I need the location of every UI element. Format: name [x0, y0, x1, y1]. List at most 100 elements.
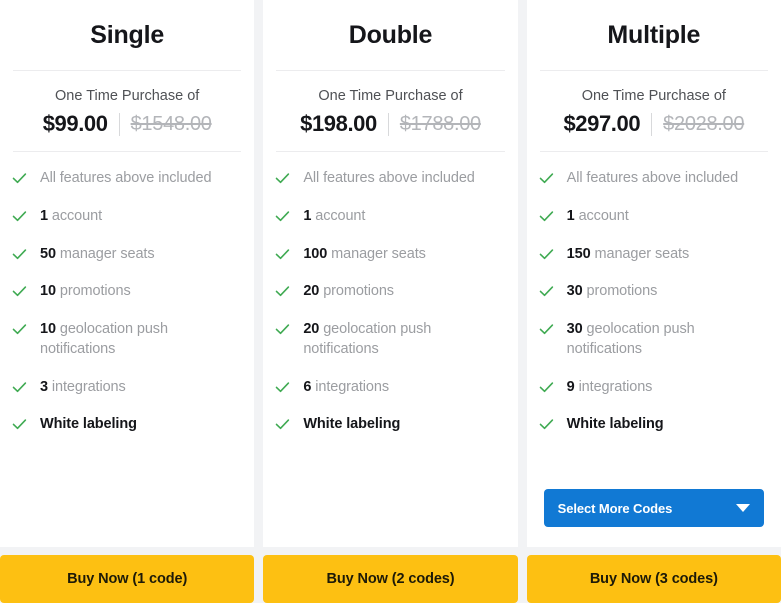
current-price: $198.00 — [300, 111, 377, 137]
feature-item: All features above included — [539, 168, 769, 189]
check-icon — [12, 209, 27, 224]
feature-item: 30 promotions — [539, 281, 769, 302]
plan-header: Double — [276, 0, 505, 71]
check-icon — [12, 380, 27, 395]
feature-label: manager seats — [331, 245, 426, 262]
buy-now-button[interactable]: Buy Now (3 codes) — [526, 555, 781, 603]
feature-text: 30 promotions — [567, 281, 658, 302]
check-icon — [539, 209, 554, 224]
feature-value: 50 — [40, 245, 56, 262]
feature-value: 9 — [566, 378, 575, 395]
price-caption: One Time Purchase of — [55, 88, 200, 104]
plan-title: Multiple — [607, 20, 701, 49]
plan-price-block: One Time Purchase of $99.00 $1548.00 — [13, 71, 242, 153]
feature-label: geolocation push notifications — [303, 320, 432, 358]
feature-label: account — [578, 207, 629, 224]
check-icon — [275, 322, 290, 337]
check-icon — [275, 209, 290, 224]
check-icon — [275, 417, 290, 432]
feature-text: White labeling — [566, 416, 664, 433]
price-separator — [118, 112, 120, 136]
feature-item: All features above included — [12, 168, 242, 189]
feature-item: 10 promotions — [12, 281, 242, 302]
feature-label: promotions — [586, 283, 658, 300]
feature-text: 50 manager seats — [40, 244, 155, 265]
plan-card: Double One Time Purchase of $198.00 $1788.0… — [263, 0, 518, 547]
feature-label: integrations — [578, 378, 653, 395]
feature-value: 10 — [40, 320, 56, 337]
check-icon — [12, 284, 27, 299]
current-price: $99.00 — [42, 111, 108, 137]
feature-label: manager seats — [594, 245, 690, 262]
feature-item: All features above included — [275, 168, 505, 189]
buy-now-button[interactable]: Buy Now (2 codes) — [263, 555, 518, 603]
feature-text: 20 geolocation push notifications — [303, 319, 505, 360]
check-icon — [539, 284, 554, 299]
feature-item: 1 account — [275, 206, 505, 227]
feature-label: integrations — [315, 378, 389, 395]
feature-value: 30 — [566, 320, 583, 337]
check-icon — [275, 247, 290, 262]
feature-item: 10 geolocation push notifications — [12, 319, 242, 360]
plan-card: Single One Time Purchase of $99.00 $1548.00… — [0, 0, 255, 547]
feature-label: promotions — [59, 283, 131, 300]
pricing-table: Single One Time Purchase of $99.00 $1548.00… — [0, 0, 781, 603]
check-icon — [12, 171, 27, 186]
feature-text: 100 manager seats — [303, 244, 426, 265]
check-icon — [275, 284, 290, 299]
feature-item: 1 account — [539, 206, 769, 227]
feature-text: 3 integrations — [40, 377, 126, 398]
feature-text: White labeling — [303, 416, 401, 433]
feature-list: All features above included 1 account 50 m… — [0, 152, 254, 547]
check-icon — [539, 171, 554, 186]
feature-text: 9 integrations — [567, 377, 653, 398]
check-icon — [539, 380, 554, 395]
plan-card: Multiple One Time Purchase of $297.00 $2028… — [526, 0, 781, 547]
feature-label: geolocation push notifications — [566, 320, 695, 358]
feature-text: White labeling — [40, 416, 137, 433]
price-caption: One Time Purchase of — [318, 88, 463, 104]
feature-text: 10 promotions — [40, 281, 131, 302]
check-icon — [275, 171, 290, 186]
feature-text: 1 account — [40, 206, 102, 227]
feature-item: 20 geolocation push notifications — [275, 319, 505, 360]
feature-value: 30 — [566, 283, 583, 300]
plan-title: Double — [348, 20, 433, 49]
plan-price-block: One Time Purchase of $198.00 $1788.00 — [276, 71, 505, 153]
feature-item: 150 manager seats — [539, 244, 769, 265]
original-price: $1788.00 — [399, 112, 481, 135]
feature-item: 3 integrations — [12, 377, 242, 398]
feature-value: 20 — [303, 320, 320, 337]
feature-item: 20 promotions — [275, 281, 505, 302]
feature-item: 100 manager seats — [275, 244, 505, 265]
select-more-codes-label: Select More Codes — [557, 500, 673, 516]
feature-label: integrations — [51, 378, 126, 395]
check-icon — [12, 417, 27, 432]
feature-item: White labeling — [275, 414, 505, 435]
check-icon — [539, 247, 554, 262]
original-price: $1548.00 — [130, 112, 212, 135]
feature-item: 9 integrations — [539, 377, 769, 398]
feature-item: 1 account — [12, 206, 242, 227]
feature-item: 6 integrations — [275, 377, 505, 398]
price-separator — [651, 112, 653, 136]
plan-header: Single — [13, 0, 242, 71]
original-price: $2028.00 — [663, 112, 745, 135]
feature-text: 150 manager seats — [567, 244, 690, 265]
chevron-down-icon — [735, 504, 750, 512]
buy-now-button[interactable]: Buy Now (1 code) — [0, 555, 255, 603]
feature-text: 10 geolocation push notifications — [40, 319, 242, 360]
feature-text: 6 integrations — [303, 377, 389, 398]
plan-price-block: One Time Purchase of $297.00 $2028.00 — [539, 71, 768, 153]
price-caption: One Time Purchase of — [581, 88, 726, 104]
check-icon — [12, 247, 27, 262]
feature-item: 30 geolocation push notifications — [539, 319, 769, 360]
plan-column-multiple: Multiple One Time Purchase of $297.00 $2028… — [526, 0, 781, 603]
select-more-codes-dropdown[interactable]: Select More Codes — [543, 489, 764, 527]
check-icon — [275, 380, 290, 395]
feature-list: All features above included 1 account 150 … — [527, 152, 781, 483]
feature-item: White labeling — [539, 414, 769, 435]
feature-value: 6 — [303, 378, 312, 395]
plan-header: Multiple — [539, 0, 768, 71]
feature-text: All features above included — [303, 170, 475, 187]
